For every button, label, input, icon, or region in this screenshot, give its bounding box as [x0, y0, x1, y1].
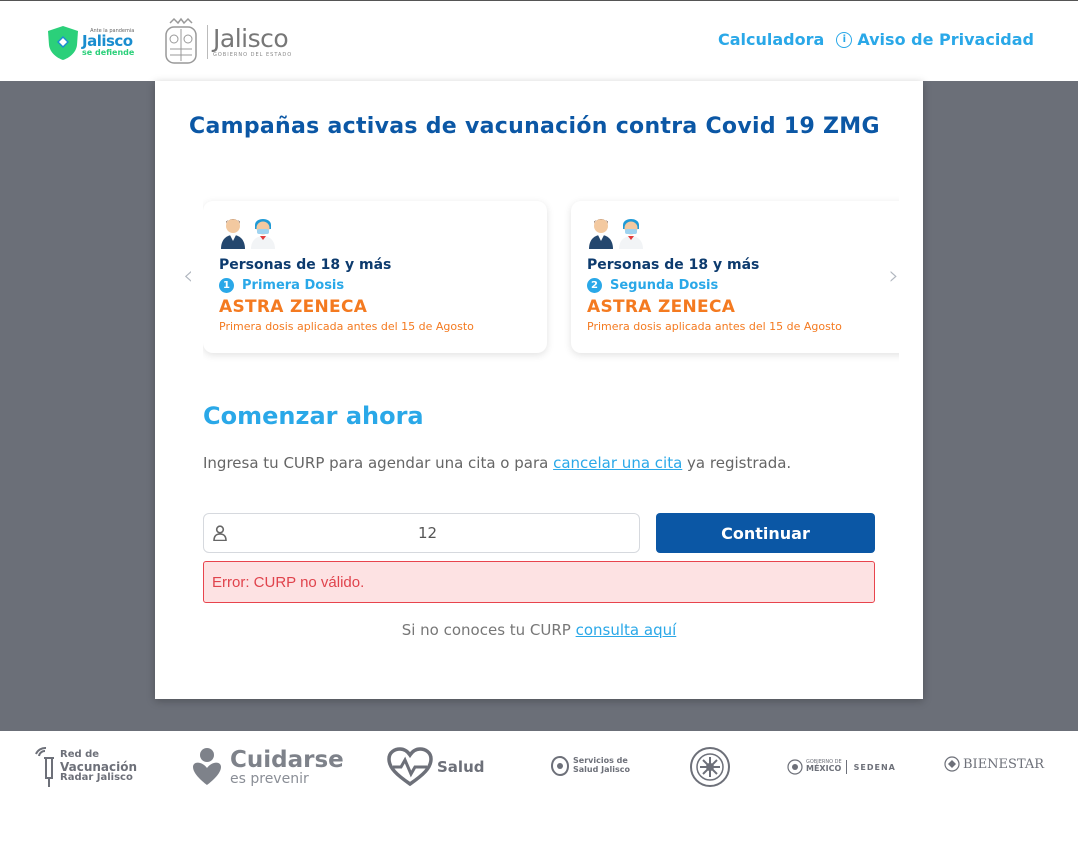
jalisco-se-defiende-logo[interactable]: Ante la pandemia Jalisco se defiende — [46, 23, 148, 63]
start-now-heading: Comenzar ahora — [203, 402, 424, 430]
people-icon — [587, 215, 899, 249]
vaccine-name: ASTRA ZENECA — [587, 297, 736, 317]
calculator-link[interactable]: Calculadora — [718, 30, 824, 49]
card-group-label: Personas de 18 y más — [219, 257, 392, 273]
info-icon: i — [836, 31, 853, 48]
carousel-prev-icon[interactable]: ‹ — [183, 261, 193, 291]
logo-subtitle: se defiende — [82, 48, 135, 57]
curp-help-label: Si no conoces tu CURP — [401, 621, 576, 639]
mexico-line-2: MÉXICO — [806, 764, 842, 774]
gobierno-mexico-sedena-logo[interactable]: GOBIERNO DE MÉXICO SEDENA — [787, 759, 896, 775]
curp-lookup-link[interactable]: consulta aquí — [576, 621, 677, 639]
card-group-label: Personas de 18 y más — [587, 257, 760, 273]
carousel-viewport: Personas de 18 y más 1 Primera Dosis AST… — [203, 181, 899, 381]
vaccine-note: Primera dosis aplicada antes del 15 de A… — [587, 320, 842, 333]
dose-label: Primera Dosis — [242, 278, 345, 293]
page-title: Campañas activas de vacunación contra Co… — [189, 114, 880, 139]
privacy-notice-link[interactable]: i Aviso de Privacidad — [836, 30, 1034, 49]
header-nav: Calculadora i Aviso de Privacidad — [718, 30, 1034, 49]
servicios-line-2: Salud Jalisco — [573, 765, 630, 774]
campaign-card[interactable]: Personas de 18 y más 2 Segunda Dosis AST… — [571, 201, 899, 353]
salud-name: Salud — [437, 758, 485, 776]
shield-logo-icon — [48, 26, 78, 60]
cuidarse-heart-icon — [193, 748, 221, 785]
hospital-seal-logo[interactable] — [689, 746, 731, 788]
coat-of-arms-icon — [165, 17, 197, 64]
logo-name: Jalisco — [82, 32, 133, 50]
servicios-salud-logo[interactable]: Servicios de Salud Jalisco — [550, 755, 630, 777]
curp-input[interactable] — [236, 514, 639, 552]
man-icon — [589, 219, 613, 249]
curp-help-text: Si no conoces tu CURP consulta aquí — [155, 621, 923, 639]
servicios-salud-icon — [550, 756, 570, 776]
campaign-card[interactable]: Personas de 18 y más 1 Primera Dosis AST… — [203, 201, 547, 353]
radar-jalisco-logo[interactable]: Red de Vacunación Radar Jalisco — [34, 746, 137, 788]
dose-row: 2 Segunda Dosis — [587, 278, 899, 293]
mexico-eagle-icon — [787, 759, 803, 775]
woman-icon — [619, 219, 643, 249]
logo-divider — [207, 25, 208, 59]
bienestar-name: BIENESTAR — [963, 756, 1045, 772]
site-header: Ante la pandemia Jalisco se defiende Jal… — [0, 0, 1078, 81]
curp-instructions: Ingresa tu CURP para agendar una cita o … — [203, 451, 823, 475]
vaccine-name: ASTRA ZENECA — [219, 297, 368, 317]
curp-error-message: Error: CURP no válido. — [203, 561, 875, 603]
salud-heart-icon — [387, 747, 433, 787]
dose-row: 1 Primera Dosis — [219, 278, 531, 293]
dose-number-badge: 1 — [219, 278, 234, 293]
bienestar-logo[interactable]: BIENESTAR — [944, 755, 1044, 773]
intro-text-after: ya registrada. — [682, 454, 792, 472]
dose-number-badge: 2 — [587, 278, 602, 293]
man-icon — [221, 219, 245, 249]
privacy-notice-label: Aviso de Privacidad — [857, 30, 1034, 49]
user-icon — [204, 525, 236, 541]
curp-field — [203, 513, 640, 553]
seal-icon — [690, 747, 730, 787]
cuidarse-logo[interactable]: Cuidarse es prevenir — [190, 747, 344, 787]
campaign-carousel: ‹ Personas de 18 y más 1 Primera Dosis A… — [183, 181, 899, 381]
gobierno-name: Jalisco — [213, 24, 289, 53]
logo-divider — [845, 760, 847, 774]
vaccine-note: Primera dosis aplicada antes del 15 de A… — [219, 320, 474, 333]
partner-logos-footer: Red de Vacunación Radar Jalisco Cuidarse… — [0, 731, 1078, 849]
continue-button[interactable]: Continuar — [656, 513, 875, 553]
cancel-appointment-link[interactable]: cancelar una cita — [553, 454, 682, 472]
carousel-next-icon[interactable]: › — [889, 261, 899, 291]
gobierno-subtitle: GOBIERNO DEL ESTADO — [213, 52, 293, 58]
woman-icon — [251, 219, 275, 249]
people-icon — [219, 215, 531, 249]
appointment-panel: Campañas activas de vacunación contra Co… — [155, 81, 923, 699]
radar-line-3: Radar Jalisco — [60, 772, 133, 784]
syringe-radar-icon — [35, 746, 54, 787]
gobierno-jalisco-logo[interactable]: Jalisco GOBIERNO DEL ESTADO — [158, 17, 292, 67]
dose-label: Segunda Dosis — [610, 278, 719, 293]
intro-text-before: Ingresa tu CURP para agendar una cita o … — [203, 454, 554, 472]
cuidarse-name: Cuidarse — [230, 746, 344, 773]
radar-line-1: Red de — [60, 749, 100, 761]
sedena-name: SEDENA — [853, 762, 896, 772]
bienestar-eagle-icon — [944, 756, 960, 772]
cuidarse-sub: es prevenir — [230, 770, 309, 787]
salud-logo[interactable]: Salud — [387, 747, 484, 787]
